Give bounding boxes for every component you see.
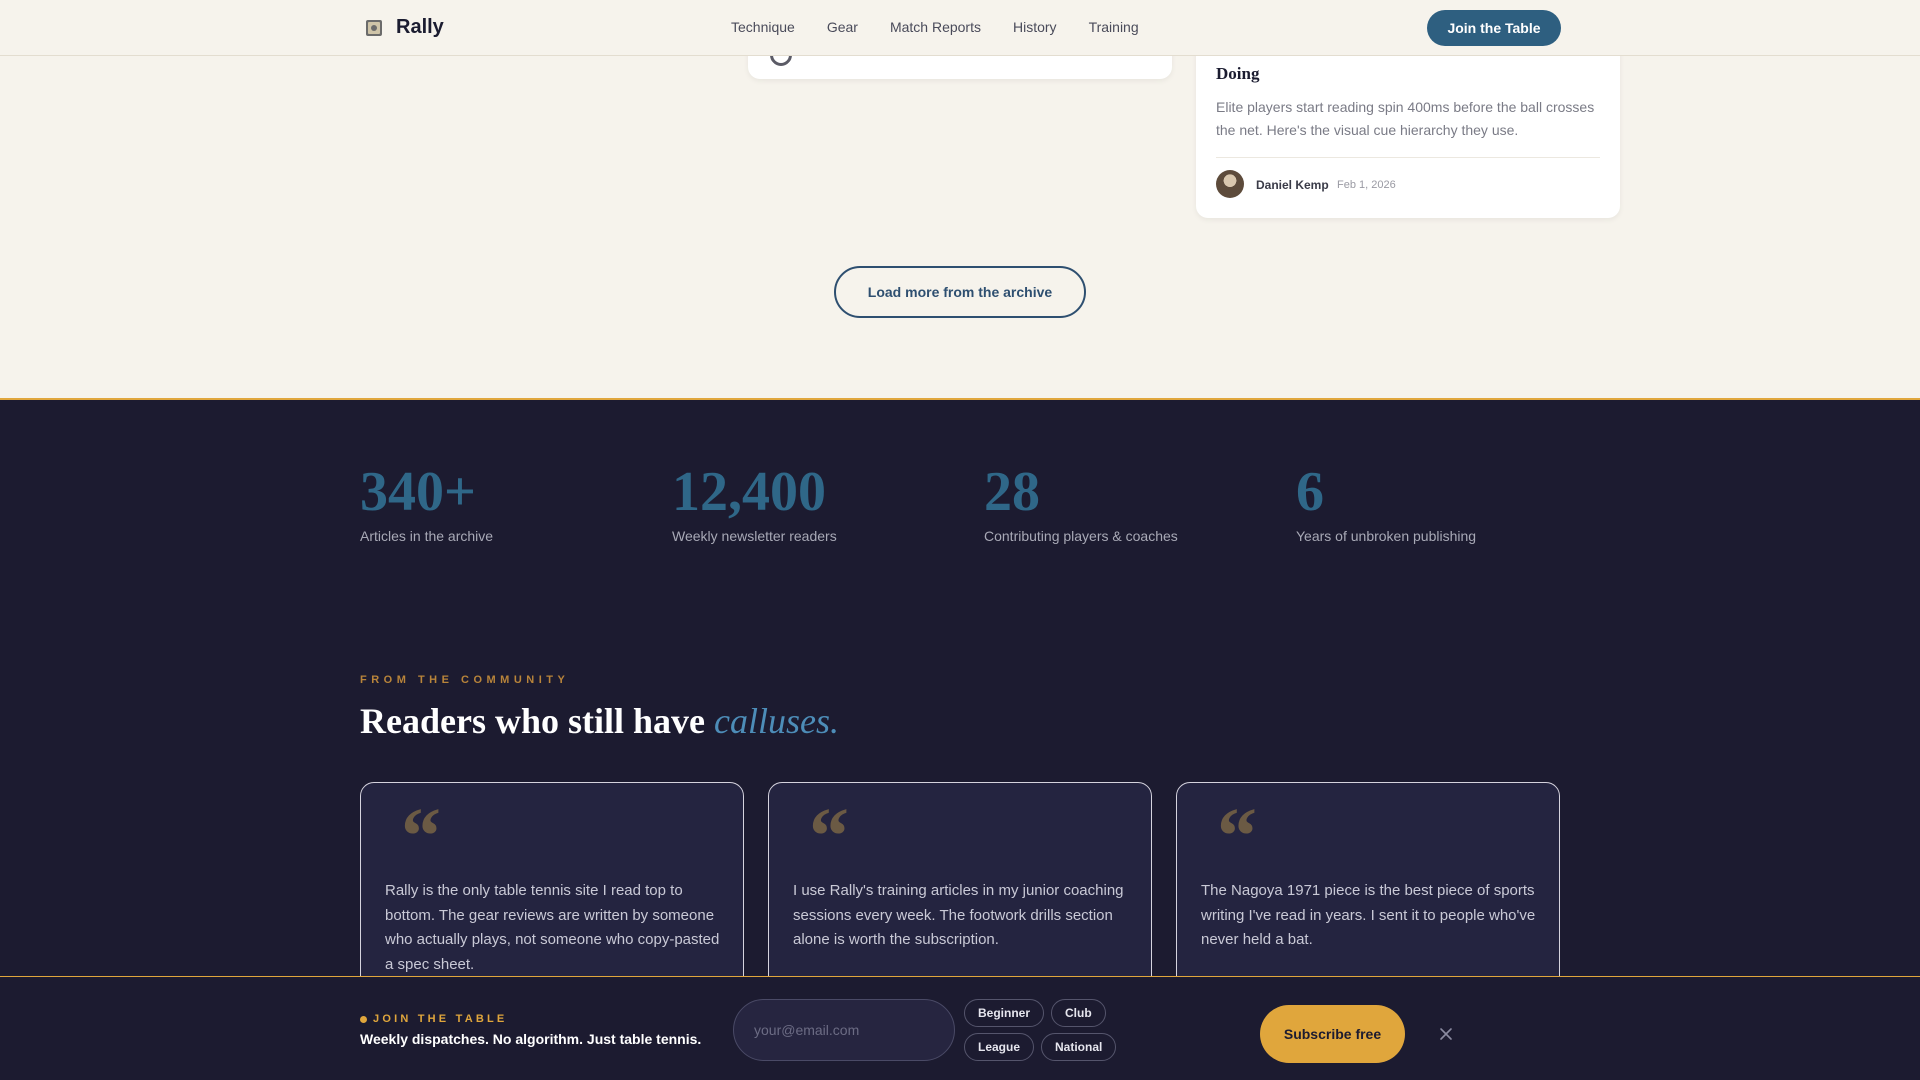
stat-value: 12,400 [672, 461, 826, 523]
main-nav: Technique Gear Match Reports History Tra… [731, 19, 1139, 35]
stat-value: 340+ [360, 461, 476, 523]
testimonial-text: I use Rally's training articles in my ju… [793, 882, 1124, 948]
nav-history[interactable]: History [1013, 19, 1057, 35]
logo-text: Rally [396, 16, 444, 38]
article-excerpt: Elite players start reading spin 400ms b… [1216, 99, 1595, 138]
testimonial-text: The Nagoya 1971 piece is the best piece … [1201, 882, 1536, 948]
article-title[interactable]: Doing [1216, 64, 1259, 84]
stat-label: Years of unbroken publishing [1296, 528, 1477, 544]
paddle-logo-icon [366, 19, 382, 36]
email-input[interactable] [733, 999, 955, 1061]
subscribe-eyebrow-text: JOIN THE TABLE [373, 1013, 508, 1025]
stat-value: 28 [984, 461, 1040, 523]
stat-label: Weekly newsletter readers [672, 528, 837, 544]
close-button[interactable] [1432, 1020, 1460, 1048]
nav-gear[interactable]: Gear [827, 19, 858, 35]
stat-years: 6 Years of unbroken publishing [1296, 462, 1476, 544]
level-chips: Beginner Club League National [964, 999, 1180, 1061]
chip-league[interactable]: League [964, 1033, 1035, 1061]
join-table-button[interactable]: Join the Table [1427, 10, 1561, 46]
stat-value: 6 [1296, 461, 1324, 523]
subscribe-eyebrow: JOIN THE TABLE [360, 1013, 507, 1025]
chip-beginner[interactable]: Beginner [964, 999, 1045, 1027]
stat-label: Contributing players & coaches [984, 528, 1178, 544]
author-name[interactable]: Daniel Kemp [1256, 178, 1329, 192]
quote-icon: “ [401, 793, 441, 881]
stat-articles: 340+ Articles in the archive [360, 462, 493, 544]
author-avatar [1216, 170, 1244, 198]
quote-icon: “ [809, 793, 849, 881]
logo[interactable]: Rally [364, 16, 444, 39]
chip-club[interactable]: Club [1051, 999, 1106, 1027]
stat-readers: 12,400 Weekly newsletter readers [672, 462, 837, 544]
quote-icon: “ [1217, 793, 1257, 881]
section-eyebrow: FROM THE COMMUNITY [360, 674, 570, 686]
subscribe-bar: JOIN THE TABLE Weekly dispatches. No alg… [0, 976, 1920, 1080]
heading-accent: calluses. [714, 701, 839, 741]
heading-text: Readers who still have [360, 701, 705, 741]
testimonial-text: Rally is the only table tennis site I re… [385, 882, 720, 973]
stat-label: Articles in the archive [360, 528, 494, 544]
load-more-button[interactable]: Load more from the archive [834, 266, 1086, 318]
card-divider [1216, 157, 1600, 158]
nav-technique[interactable]: Technique [731, 19, 795, 35]
site-header: Rally Technique Gear Match Reports Histo… [0, 0, 1920, 56]
stat-contributors: 28 Contributing players & coaches [984, 462, 1178, 544]
nav-match-reports[interactable]: Match Reports [890, 19, 981, 35]
subscribe-button[interactable]: Subscribe free [1260, 1005, 1405, 1063]
article-card[interactable]: Doing Elite players start reading spin 4… [1196, 30, 1620, 218]
nav-training[interactable]: Training [1089, 19, 1139, 35]
subscribe-tagline: Weekly dispatches. No algorithm. Just ta… [360, 1031, 702, 1047]
dot-icon [360, 1015, 367, 1023]
publish-date: Feb 1, 2026 [1337, 179, 1396, 191]
section-heading: Readers who still have calluses. [360, 700, 839, 742]
chip-national[interactable]: National [1041, 1033, 1117, 1061]
close-icon [1440, 1028, 1452, 1040]
